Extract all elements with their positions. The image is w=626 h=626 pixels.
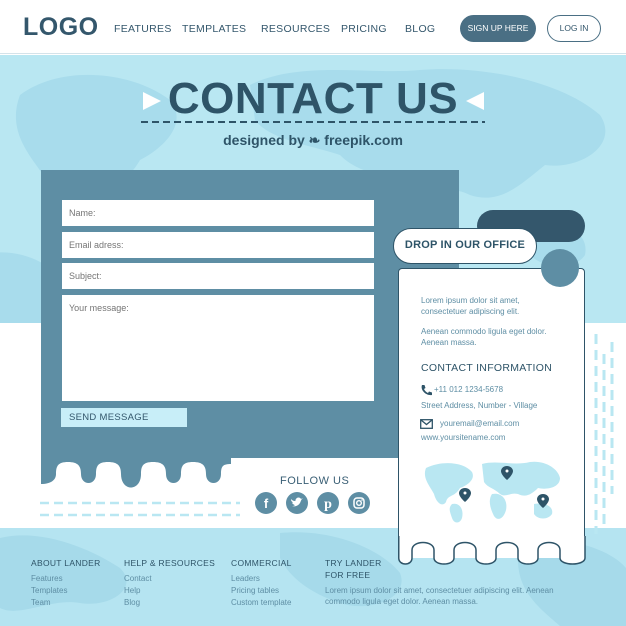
footer-link-team[interactable]: Team bbox=[31, 598, 51, 607]
street-address: Street Address, Number - Village bbox=[421, 401, 538, 410]
office-world-map bbox=[424, 461, 560, 523]
footer-try-text: Lorem ipsum dolor sit amet, consectetuer… bbox=[325, 585, 590, 607]
subject-field[interactable] bbox=[62, 263, 374, 289]
footer-link-blog[interactable]: Blog bbox=[124, 598, 140, 607]
pinterest-icon[interactable]: p bbox=[317, 492, 339, 514]
page-title: CONTACT US bbox=[167, 74, 459, 123]
footer-commercial-heading: COMMERCIAL bbox=[231, 558, 292, 568]
email-address-link[interactable]: youremail@email.com bbox=[440, 419, 519, 428]
svg-text:f: f bbox=[264, 496, 269, 511]
nav-pricing[interactable]: PRICING bbox=[341, 23, 387, 35]
facebook-icon[interactable]: f bbox=[255, 492, 277, 514]
footer-try-heading-line-2: FOR FREE bbox=[325, 570, 371, 580]
right-decorative-dashes bbox=[594, 334, 614, 534]
footer-link-pricing-tables[interactable]: Pricing tables bbox=[231, 586, 279, 595]
footer-try-text-line-1: Lorem ipsum dolor sit amet, consectetuer… bbox=[325, 586, 554, 595]
office-text-1-line-1: Lorem ipsum dolor sit amet, bbox=[421, 296, 520, 305]
svg-text:p: p bbox=[324, 497, 332, 512]
footer-try-heading-line-1: TRY LANDER bbox=[325, 558, 382, 568]
login-button[interactable]: LOG IN bbox=[547, 15, 601, 42]
mail-icon bbox=[420, 419, 433, 429]
contact-info-heading: CONTACT INFORMATION bbox=[421, 362, 553, 374]
send-message-button[interactable]: SEND MESSAGE bbox=[61, 408, 187, 427]
website-link[interactable]: www.yoursitename.com bbox=[421, 433, 505, 442]
twitter-icon[interactable] bbox=[286, 492, 308, 514]
phone-icon bbox=[421, 385, 432, 396]
signup-button[interactable]: SIGN UP HERE bbox=[460, 15, 536, 42]
name-field[interactable] bbox=[62, 200, 374, 226]
nav-features[interactable]: FEATURES bbox=[114, 23, 172, 35]
footer-link-contact[interactable]: Contact bbox=[124, 574, 152, 583]
office-text-2-line-2: Aenean massa. bbox=[421, 338, 477, 347]
footer-help-heading: HELP & RESOURCES bbox=[124, 558, 216, 568]
designer-credit: designed by ❧ freepik.com bbox=[223, 132, 403, 148]
top-navbar: LOGO FEATURES TEMPLATES RESOURCES PRICIN… bbox=[0, 0, 626, 54]
office-text-2-line-1: Aenean commodo ligula eget dolor. bbox=[421, 327, 547, 336]
office-card-drip-edge bbox=[398, 536, 586, 565]
message-field[interactable] bbox=[62, 295, 374, 401]
footer-link-leaders[interactable]: Leaders bbox=[231, 574, 260, 583]
office-title: DROP IN OUR OFFICE bbox=[393, 228, 537, 264]
email-field[interactable] bbox=[62, 232, 374, 258]
footer-about-heading: ABOUT LANDER bbox=[31, 558, 101, 568]
logo[interactable]: LOGO bbox=[23, 13, 99, 42]
decorative-dashes bbox=[40, 501, 240, 517]
footer-link-templates[interactable]: Templates bbox=[31, 586, 67, 595]
form-panel-drip-edge bbox=[41, 456, 231, 488]
nav-blog[interactable]: BLOG bbox=[405, 23, 435, 35]
office-dot-decoration bbox=[541, 249, 579, 287]
title-dashed-underline bbox=[141, 121, 485, 123]
instagram-icon[interactable] bbox=[348, 492, 370, 514]
footer-link-help[interactable]: Help bbox=[124, 586, 140, 595]
nav-resources[interactable]: RESOURCES bbox=[261, 23, 330, 35]
office-text-1-line-2: consectetuer adipiscing elit. bbox=[421, 307, 520, 316]
follow-us-label: FOLLOW US bbox=[280, 475, 350, 487]
footer-link-features[interactable]: Features bbox=[31, 574, 63, 583]
phone-number: +11 012 1234-5678 bbox=[434, 385, 504, 394]
footer-try-text-line-2: commodo ligula eget dolor. Aenean massa. bbox=[325, 597, 478, 606]
footer-link-custom-template[interactable]: Custom template bbox=[231, 598, 291, 607]
nav-templates[interactable]: TEMPLATES bbox=[182, 23, 246, 35]
